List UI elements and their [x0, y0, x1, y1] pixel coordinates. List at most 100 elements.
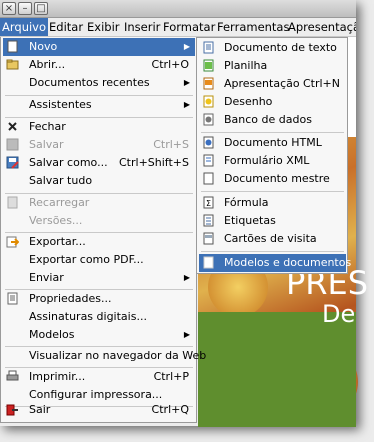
submenu-item-cartoes-visita[interactable]: Cartões de visita	[199, 230, 346, 248]
reload-icon	[7, 196, 18, 209]
close-x-icon	[8, 122, 17, 131]
menu-item-label: Exportar como PDF...	[29, 253, 144, 266]
title-bar: × – □	[0, 0, 356, 18]
menu-item-shortcut: Ctrl+P	[153, 370, 189, 383]
menu-item-modelos[interactable]: Modelos ▶	[3, 326, 195, 344]
menu-item-fechar[interactable]: Fechar	[3, 118, 195, 136]
menu-editar[interactable]: Editar	[47, 18, 85, 36]
menu-apresentacao[interactable]: Apresentação	[286, 18, 356, 36]
menu-item-label: Imprimir...	[29, 370, 86, 383]
menu-item-documentos-recentes[interactable]: Documentos recentes ▶	[3, 74, 195, 92]
printer-icon	[6, 370, 19, 381]
green-title-band	[198, 312, 356, 427]
templates-icon	[203, 256, 214, 269]
menu-separator	[201, 191, 344, 192]
submenu-item-desenho[interactable]: Desenho	[199, 93, 346, 111]
menu-item-label: Novo	[29, 40, 58, 53]
submenu-item-apresentacao[interactable]: Apresentação Ctrl+N	[199, 75, 346, 93]
submenu-arrow-icon: ▶	[183, 42, 190, 51]
menu-item-label: Assinaturas digitais...	[29, 310, 147, 323]
menu-item-sair[interactable]: Sair Ctrl+Q	[3, 401, 195, 419]
submenu-arrow-icon: ▶	[183, 100, 190, 109]
menu-item-shortcut: Ctrl+O	[151, 58, 189, 71]
menu-item-label: Documentos recentes	[29, 76, 150, 89]
database-icon	[203, 113, 214, 126]
menu-item-label: Abrir...	[29, 58, 66, 71]
menu-item-shortcut: Ctrl+Q	[151, 403, 189, 416]
submenu-item-label: Planilha	[224, 59, 268, 72]
save-icon	[6, 138, 19, 151]
drawing-icon	[203, 95, 214, 108]
menu-item-label: Versões...	[29, 214, 83, 227]
menu-item-label: Recarregar	[29, 196, 90, 209]
submenu-item-documento-mestre[interactable]: Documento mestre	[199, 170, 346, 188]
menu-ferramentas[interactable]: Ferramentas	[215, 18, 291, 36]
svg-text:Σ: Σ	[206, 199, 211, 208]
menu-item-imprimir[interactable]: Imprimir... Ctrl+P	[3, 368, 195, 386]
menu-arquivo[interactable]: Arquivo	[0, 18, 49, 36]
submenu-item-documento-html[interactable]: Documento HTML	[199, 134, 346, 152]
spreadsheet-icon	[203, 59, 214, 72]
submenu-item-documento-texto[interactable]: Documento de texto	[199, 39, 346, 57]
menu-item-exportar-pdf[interactable]: Exportar como PDF...	[3, 251, 195, 269]
presentation-icon	[203, 77, 214, 90]
formula-icon: Σ	[203, 196, 214, 209]
menu-item-label: Fechar	[29, 120, 66, 133]
html-document-icon	[203, 136, 214, 149]
business-cards-icon	[203, 232, 214, 245]
submenu-item-banco-dados[interactable]: Banco de dados	[199, 111, 346, 129]
menu-item-enviar[interactable]: Enviar ▶	[3, 269, 195, 287]
menu-item-salvar[interactable]: Salvar Ctrl+S	[3, 136, 195, 154]
save-as-icon	[6, 156, 19, 169]
menu-item-shortcut: Ctrl+S	[153, 138, 189, 151]
menu-item-salvar-como[interactable]: Salvar como... Ctrl+Shift+S	[3, 154, 195, 172]
maximize-window-icon[interactable]: □	[34, 2, 48, 15]
submenu-item-label: Modelos e documentos	[224, 256, 352, 269]
menu-item-label: Salvar como...	[29, 156, 108, 169]
menu-item-propriedades[interactable]: Propriedades...	[3, 290, 195, 308]
menu-exibir[interactable]: Exibir	[85, 18, 122, 36]
submenu-item-etiquetas[interactable]: Etiquetas	[199, 212, 346, 230]
properties-icon	[7, 292, 18, 305]
application-window: × – □ Arquivo Editar Exibir Inserir Form…	[0, 0, 374, 442]
submenu-item-formula[interactable]: Σ Fórmula	[199, 194, 346, 212]
submenu-item-label: Formulário XML	[224, 154, 310, 167]
submenu-item-label: Fórmula	[224, 196, 269, 209]
submenu-arrow-icon: ▶	[183, 78, 190, 87]
export-icon	[6, 236, 19, 248]
menu-item-recarregar[interactable]: Recarregar	[3, 194, 195, 212]
exit-icon	[6, 404, 18, 416]
submenu-item-label: Apresentação	[224, 77, 300, 90]
close-window-icon[interactable]: ×	[2, 2, 16, 15]
menu-bar: Arquivo Editar Exibir Inserir Formatar F…	[0, 18, 356, 37]
menu-item-label: Salvar	[29, 138, 64, 151]
menu-item-abrir[interactable]: Abrir... Ctrl+O	[3, 56, 195, 74]
menu-item-salvar-tudo[interactable]: Salvar tudo	[3, 172, 195, 190]
submenu-item-label: Etiquetas	[224, 214, 276, 227]
submenu-item-label: Documento HTML	[224, 136, 322, 149]
arquivo-menu: Novo ▶ Abrir... Ctrl+O Documentos recent…	[0, 37, 206, 423]
menu-separator	[201, 132, 344, 133]
novo-submenu: Documento de texto Planilha Apresentação…	[196, 37, 351, 274]
menu-item-versoes[interactable]: Versões...	[3, 212, 195, 230]
submenu-item-planilha[interactable]: Planilha	[199, 57, 346, 75]
menu-item-label: Assistentes	[29, 98, 92, 111]
submenu-item-modelos-documentos[interactable]: Modelos e documentos	[199, 254, 351, 272]
minimize-window-icon[interactable]: –	[18, 2, 32, 15]
menu-item-assinaturas[interactable]: Assinaturas digitais...	[3, 308, 195, 326]
menu-inserir[interactable]: Inserir	[122, 18, 162, 36]
submenu-item-label: Desenho	[224, 95, 273, 108]
menu-formatar[interactable]: Formatar	[161, 18, 217, 36]
submenu-item-label: Documento de texto	[224, 41, 337, 54]
submenu-item-label: Banco de dados	[224, 113, 312, 126]
submenu-item-label: Cartões de visita	[224, 232, 317, 245]
submenu-arrow-icon: ▶	[183, 330, 190, 339]
submenu-arrow-icon: ▶	[183, 273, 190, 282]
menu-item-label: Modelos	[29, 328, 75, 341]
menu-item-novo[interactable]: Novo ▶	[3, 38, 195, 56]
submenu-item-formulario-xml[interactable]: Formulário XML	[199, 152, 346, 170]
menu-item-assistentes[interactable]: Assistentes ▶	[3, 96, 195, 114]
submenu-item-shortcut: Ctrl+N	[302, 77, 340, 90]
menu-item-visualizar-navegador[interactable]: Visualizar no navegador da Web	[3, 347, 206, 365]
menu-item-exportar[interactable]: Exportar...	[3, 233, 195, 251]
